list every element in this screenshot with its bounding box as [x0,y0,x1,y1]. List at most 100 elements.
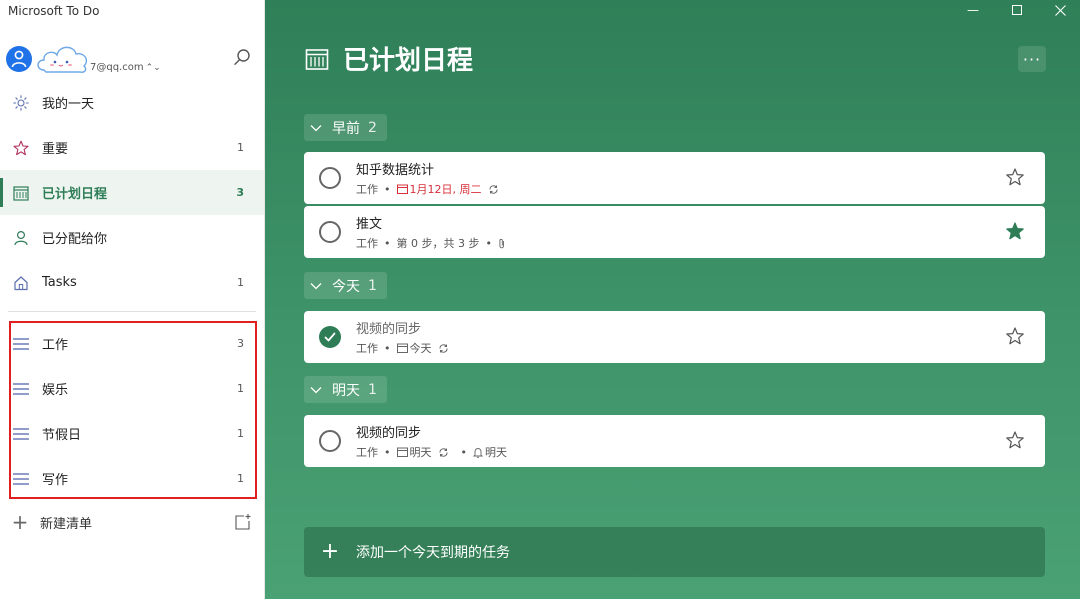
nav-item-tasks[interactable]: Tasks 1 [0,260,264,305]
new-list-button[interactable]: + 新建清单 [10,508,256,536]
group-header-tomorrow[interactable]: 明天 1 [304,376,387,403]
search-icon [234,49,250,65]
task-row[interactable]: 知乎数据统计 工作 • 1月12日, 周二 [304,152,1045,204]
chevron-updown-icon: ⌃⌄ [145,63,161,73]
separator-dot: • [485,236,492,250]
cloud-sticker-icon [37,46,88,73]
star-toggle[interactable] [1005,221,1025,241]
nav-item-label: 我的一天 [42,97,95,112]
separator-dot: • [384,182,391,196]
task-list-name: 工作 [356,342,378,355]
list-lines-icon [12,335,30,353]
page-header: 已计划日程 [305,40,473,77]
chevron-down-icon [310,386,324,394]
task-row[interactable]: 视频的同步 工作 • 今天 [304,311,1045,363]
list-item-label: 节假日 [42,428,82,443]
task-title: 视频的同步 [356,322,422,337]
group-count: 2 [368,119,377,136]
attachment-icon [498,238,506,249]
task-due-date: 1月12日, 周二 [396,181,482,197]
task-row[interactable]: 推文 工作 • 第 0 步，共 3 步 • [304,206,1045,258]
nav-item-count: 1 [237,141,244,154]
group-count: 1 [368,381,377,398]
account-switcher[interactable]: 7@qq.com ⌃⌄ [6,40,256,74]
list-item-count: 1 [237,472,244,485]
list-item-holidays[interactable]: 节假日 1 [0,411,264,456]
group-header-today[interactable]: 今天 1 [304,272,387,299]
nav-item-label: Tasks [42,275,77,290]
task-title: 视频的同步 [356,426,422,441]
list-lines-icon [12,470,30,488]
repeat-icon [438,343,449,354]
task-complete-toggle[interactable] [319,326,341,348]
calendar-icon [305,48,329,70]
list-item-entertainment[interactable]: 娱乐 1 [0,366,264,411]
calendar-small-icon [396,184,408,194]
nav-item-assigned[interactable]: 已分配给你 [0,215,264,260]
task-list-name: 工作 [356,183,378,196]
nav-item-my-day[interactable]: 我的一天 [0,80,264,125]
add-task-input[interactable]: + 添加一个今天到期的任务 [304,527,1045,577]
star-outline-icon [1006,168,1024,186]
nav-item-important[interactable]: 重要 1 [0,125,264,170]
new-list-label: 新建清单 [40,516,93,532]
new-group-button[interactable] [234,513,252,531]
person-icon [12,229,30,247]
maximize-icon [1012,5,1022,15]
task-complete-toggle[interactable] [319,167,341,189]
separator-dot: • [384,445,391,459]
star-toggle[interactable] [1005,430,1025,450]
smart-lists-nav: 我的一天 重要 1 已计划日程 3 已分配给你 Tasks 1 [0,80,264,305]
search-button[interactable] [230,46,254,70]
close-button[interactable] [1040,0,1080,20]
nav-item-count: 1 [237,276,244,289]
group-header-earlier[interactable]: 早前 2 [304,114,387,141]
sun-icon [12,94,30,112]
chevron-down-icon [310,124,324,132]
custom-lists: 工作 3 娱乐 1 节假日 1 写作 1 [0,321,264,501]
home-icon [12,274,30,292]
list-item-work[interactable]: 工作 3 [0,321,264,366]
group-label: 今天 [332,278,360,295]
group-count: 1 [368,277,377,294]
task-row[interactable]: 视频的同步 工作 • 明天 • 明天 [304,415,1045,467]
star-filled-icon [1006,222,1024,240]
minimize-button[interactable]: — [953,0,993,20]
more-options-button[interactable]: ··· [1018,46,1046,72]
sidebar-divider [8,311,256,312]
sidebar: Microsoft To Do 7@qq.com ⌃⌄ 我的一天 重要 1 已计… [0,0,265,599]
star-outline-icon [1006,431,1024,449]
task-title: 知乎数据统计 [356,163,435,178]
star-outline-icon [1006,327,1024,345]
star-toggle[interactable] [1005,167,1025,187]
nav-item-count: 3 [236,186,244,199]
task-due-text: 1月12日, 周二 [409,183,482,196]
list-item-writing[interactable]: 写作 1 [0,456,264,501]
task-complete-toggle[interactable] [319,221,341,243]
task-complete-toggle[interactable] [319,430,341,452]
task-meta: 工作 • 明天 • 明天 [356,444,507,460]
bell-icon [473,447,483,458]
list-item-label: 娱乐 [42,383,69,398]
maximize-button[interactable] [997,0,1037,20]
calendar-icon [12,184,30,202]
nav-item-planned[interactable]: 已计划日程 3 [0,170,264,215]
separator-dot: • [460,445,468,459]
separator-dot: • [384,236,391,250]
close-icon [1054,4,1066,16]
repeat-icon [438,447,449,458]
list-item-count: 1 [237,382,244,395]
star-toggle[interactable] [1005,326,1025,346]
list-item-count: 1 [237,427,244,440]
plus-icon: + [11,510,29,534]
list-item-label: 工作 [42,338,69,353]
group-label: 明天 [332,382,360,399]
account-email-text: 7@qq.com [90,62,144,73]
nav-item-label: 已计划日程 [42,187,108,202]
calendar-small-icon [396,447,408,457]
separator-dot: • [384,341,391,355]
task-meta: 工作 • 1月12日, 周二 [356,181,501,197]
person-icon [11,50,27,68]
minimize-icon: — [967,3,979,17]
avatar [6,46,32,72]
